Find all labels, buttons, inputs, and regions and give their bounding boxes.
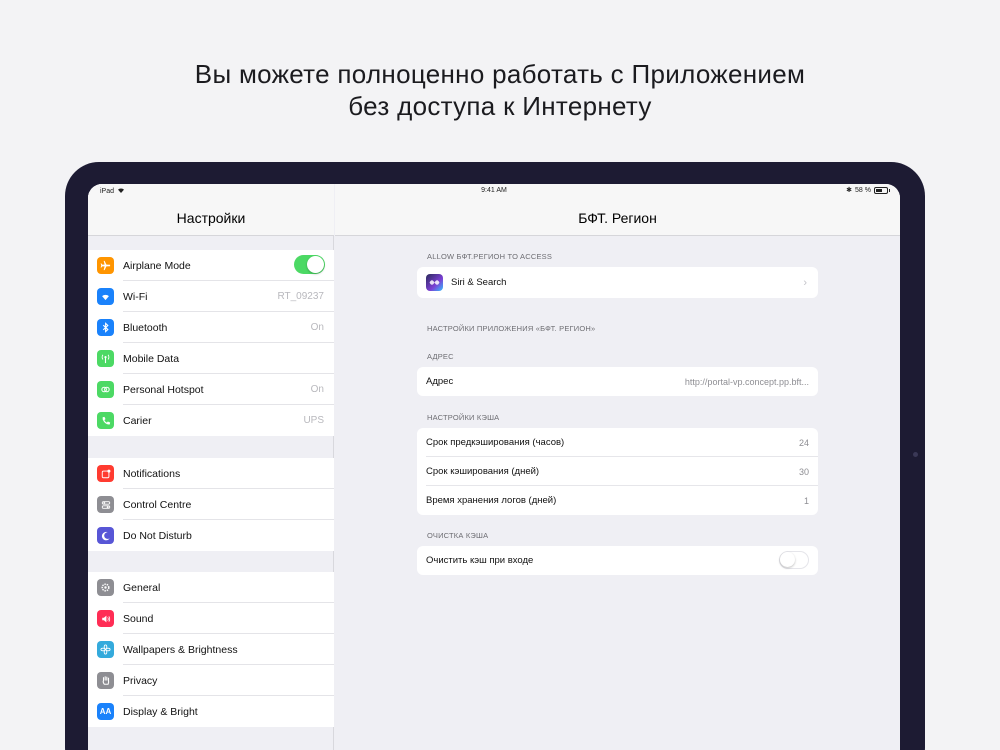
sidebar-item-airplane-mode[interactable]: Airplane Mode xyxy=(88,250,334,281)
hand-icon xyxy=(97,672,114,689)
sidebar-item-general[interactable]: General xyxy=(88,572,334,603)
sidebar-item-display[interactable]: AA Display & Bright xyxy=(88,696,334,727)
sidebar-item-value: On xyxy=(310,322,324,333)
wifi-icon xyxy=(97,288,114,305)
sidebar-item-control-centre[interactable]: Control Centre xyxy=(88,489,334,520)
status-bar: iPad 9:41 AM ✱ 58 % xyxy=(88,184,900,198)
sidebar-item-label: Notifications xyxy=(123,467,181,480)
precache-period-row[interactable]: Срок предкэширования (часов) 24 xyxy=(417,428,818,457)
sidebar-item-label: Wi-Fi xyxy=(123,290,148,303)
sidebar-item-bluetooth[interactable]: Bluetooth On xyxy=(88,312,334,343)
cache-row-label: Срок кэширования (дней) xyxy=(426,466,540,477)
sidebar-item-mobile-data[interactable]: Mobile Data xyxy=(88,343,334,374)
airplane-mode-toggle[interactable] xyxy=(294,255,325,274)
address-row[interactable]: Адрес http://portal-vp.concept.pp.bft... xyxy=(417,367,818,396)
sidebar-item-label: Carier xyxy=(123,414,152,427)
sidebar-item-carier[interactable]: Carier UPS xyxy=(88,405,334,436)
settings-sidebar: Настройки Airplane Mode Wi-Fi RT_09237 B… xyxy=(88,184,334,750)
cache-row-label: Срок предкэширования (часов) xyxy=(426,437,565,448)
sidebar-item-personal-hotspot[interactable]: Personal Hotspot On xyxy=(88,374,334,405)
allow-access-header: ALLOW БФТ.РЕГИОН TO ACCESS xyxy=(427,252,553,261)
phone-icon xyxy=(97,412,114,429)
sidebar-title: Настройки xyxy=(176,210,246,226)
cache-settings-header: НАСТРОЙКИ КЭША xyxy=(427,413,500,422)
clear-cache-card: Очистить кэш при входе xyxy=(417,546,818,575)
siri-card: Siri & Search › xyxy=(417,267,818,298)
sidebar-item-privacy[interactable]: Privacy xyxy=(88,665,334,696)
sidebar-item-label: Bluetooth xyxy=(123,321,168,334)
hotspot-icon xyxy=(97,381,114,398)
address-header: АДРЕС xyxy=(427,352,454,361)
clear-cache-row: Очистить кэш при входе xyxy=(417,546,818,575)
clear-cache-label: Очистить кэш при входе xyxy=(426,555,534,566)
sidebar-item-label: Airplane Mode xyxy=(123,259,191,272)
sidebar-item-notifications[interactable]: Notifications xyxy=(88,458,334,489)
sidebar-item-label: Privacy xyxy=(123,674,158,687)
status-time: 9:41 AM xyxy=(481,187,507,194)
headline-line-2: без доступа к Интернету xyxy=(348,91,652,121)
sidebar-item-wallpapers[interactable]: Wallpapers & Brightness xyxy=(88,634,334,665)
ipad-frame: iPad 9:41 AM ✱ 58 % Настройки Airplane M… xyxy=(65,162,925,750)
settings-group-notifications: Notifications Control Centre Do Not Dist… xyxy=(88,458,334,551)
sidebar-item-do-not-disturb[interactable]: Do Not Disturb xyxy=(88,520,334,551)
chevron-right-icon: › xyxy=(803,276,807,289)
camera-dot xyxy=(913,452,918,457)
speaker-icon xyxy=(97,610,114,627)
siri-icon xyxy=(426,274,443,291)
cache-row-value: 24 xyxy=(798,437,809,448)
flower-icon xyxy=(97,641,114,658)
sidebar-item-value: On xyxy=(310,384,324,395)
cache-row-value: 30 xyxy=(798,466,809,477)
gear-icon xyxy=(97,579,114,596)
sidebar-item-label: Sound xyxy=(123,612,154,625)
ipad-screen: iPad 9:41 AM ✱ 58 % Настройки Airplane M… xyxy=(88,184,900,750)
airplane-icon xyxy=(97,257,114,274)
address-card: Адрес http://portal-vp.concept.pp.bft... xyxy=(417,367,818,396)
clear-cache-toggle[interactable] xyxy=(779,551,809,569)
control-centre-icon xyxy=(97,496,114,513)
log-retention-row[interactable]: Время хранения логов (дней) 1 xyxy=(417,486,818,515)
sidebar-item-label: Display & Bright xyxy=(123,705,198,718)
sidebar-item-label: Personal Hotspot xyxy=(123,383,204,396)
address-value: http://portal-vp.concept.pp.bft... xyxy=(684,376,809,387)
settings-group-general: General Sound Wallpapers & Brightness Pr… xyxy=(88,572,334,727)
bluetooth-icon xyxy=(97,319,114,336)
antenna-icon xyxy=(97,350,114,367)
text-size-icon: AA xyxy=(97,703,114,720)
sidebar-item-label: Mobile Data xyxy=(123,352,180,365)
settings-group-connectivity: Airplane Mode Wi-Fi RT_09237 Bluetooth O… xyxy=(88,250,334,436)
siri-search-row[interactable]: Siri & Search › xyxy=(417,267,818,298)
sidebar-item-label: Control Centre xyxy=(123,498,192,511)
sidebar-item-wifi[interactable]: Wi-Fi RT_09237 xyxy=(88,281,334,312)
battery-icon xyxy=(874,186,890,194)
sidebar-item-label: Do Not Disturb xyxy=(123,529,192,542)
sidebar-item-label: Wallpapers & Brightness xyxy=(123,643,238,656)
sidebar-item-value: UPS xyxy=(303,415,324,426)
bluetooth-status-icon: ✱ xyxy=(846,187,853,194)
cache-settings-card: Срок предкэширования (часов) 24 Срок кэш… xyxy=(417,428,818,515)
moon-icon xyxy=(97,527,114,544)
address-label: Адрес xyxy=(426,376,454,387)
cache-row-value: 1 xyxy=(803,495,809,506)
headline: Вы можете полноценно работать с Приложен… xyxy=(0,58,1000,122)
cache-row-label: Время хранения логов (дней) xyxy=(426,495,557,506)
sidebar-item-label: General xyxy=(123,581,161,594)
sidebar-item-sound[interactable]: Sound xyxy=(88,603,334,634)
sidebar-item-value: RT_09237 xyxy=(277,291,324,302)
app-settings-header: НАСТРОЙКИ ПРИЛОЖЕНИЯ «БФТ. РЕГИОН» xyxy=(427,324,596,333)
battery-percent: 58 % xyxy=(855,186,871,194)
clear-cache-header: ОЧИСТКА КЭША xyxy=(427,531,489,540)
detail-title: БФТ. Регион xyxy=(578,210,657,226)
cache-period-row[interactable]: Срок кэширования (дней) 30 xyxy=(417,457,818,486)
headline-line-1: Вы можете полноценно работать с Приложен… xyxy=(194,59,806,89)
siri-search-label: Siri & Search xyxy=(451,277,507,288)
notifications-icon xyxy=(97,465,114,482)
